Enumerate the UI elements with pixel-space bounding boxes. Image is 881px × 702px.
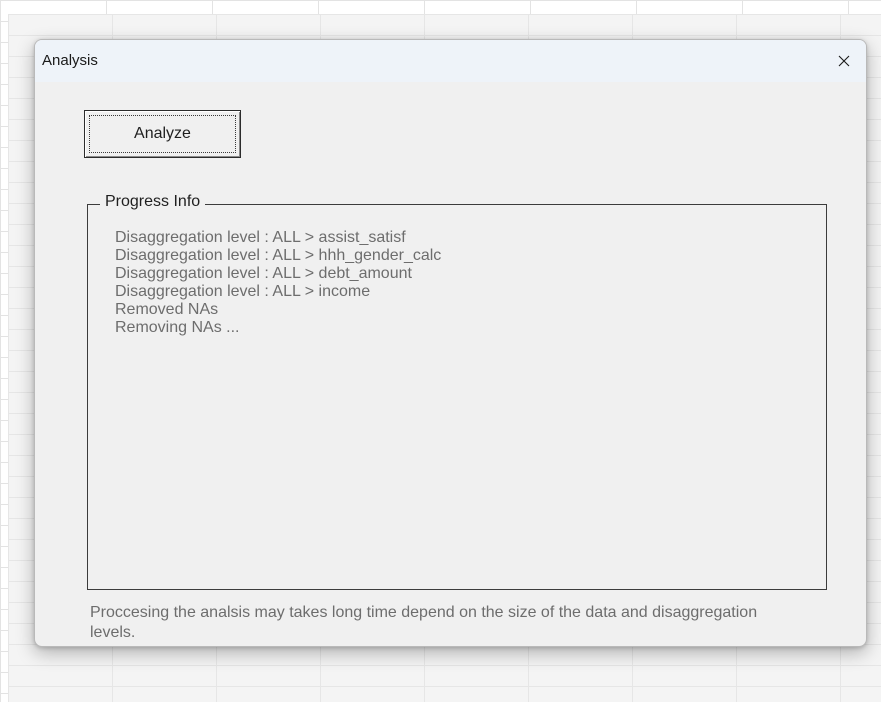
close-icon	[838, 55, 850, 67]
log-line: Disaggregation level : ALL > debt_amount	[115, 265, 412, 282]
log-line: Disaggregation level : ALL > hhh_gender_…	[115, 247, 442, 264]
log-line: Removed NAs	[115, 301, 219, 318]
processing-note: Proccesing the analsis may takes long ti…	[90, 604, 758, 641]
log-line: Disaggregation level : ALL > income	[115, 283, 371, 300]
close-button[interactable]	[822, 40, 866, 82]
window-title: Analysis	[42, 52, 98, 69]
log-line: Removing NAs ...	[115, 319, 240, 336]
analysis-dialog: Analysis Analyze Progress Info Disaggreg…	[34, 39, 867, 647]
progress-log: Disaggregation level : ALL > assist_sati…	[115, 229, 441, 337]
log-line: Disaggregation level : ALL > assist_sati…	[115, 229, 406, 246]
progress-info-group: Progress Info Disaggregation level : ALL…	[87, 193, 827, 590]
title-bar: Analysis	[35, 40, 866, 82]
analyze-button-label: Analyze	[134, 125, 191, 142]
progress-info-legend: Progress Info	[100, 193, 206, 211]
analyze-button[interactable]: Analyze	[84, 110, 241, 158]
